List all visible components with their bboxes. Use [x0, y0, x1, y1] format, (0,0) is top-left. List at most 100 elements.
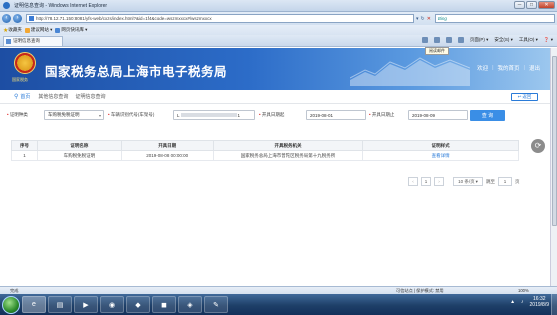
query-button[interactable]: 查 询	[470, 110, 505, 121]
issue-date: 2019-08-08 00:00:00	[120, 150, 214, 161]
back-nav-button[interactable]: ‹	[2, 14, 11, 23]
vin-value-prefix: L	[177, 112, 180, 118]
return-arrow-icon: ↩	[517, 94, 522, 99]
breadcrumb: ⚲ 首页 其他信息查询 证明信息查询	[0, 90, 550, 104]
refresh-icon[interactable]: ↻	[421, 16, 425, 22]
cert-type-select[interactable]: 车购税免税证明 ▾	[44, 110, 104, 120]
tools-menu[interactable]: 工具(O) ▾	[519, 37, 538, 43]
search-input[interactable]: Bing	[434, 14, 555, 23]
mail-icon[interactable]	[445, 37, 452, 43]
column-header: 序号	[11, 140, 38, 151]
help-menu[interactable]: ❓ ▾	[544, 37, 553, 43]
page-number[interactable]: 1	[421, 177, 431, 186]
app-taskbar-icon[interactable]: ◆	[126, 296, 150, 313]
prev-page-button[interactable]: ‹	[408, 177, 418, 186]
address-text: http://78.12.71.150:8081/yfs-web/cxzs/in…	[36, 16, 212, 21]
clock[interactable]: 16:32 2019/8/9	[530, 296, 549, 308]
ie-taskbar-icon[interactable]: e	[22, 296, 46, 313]
refresh-icon[interactable]: ⟳	[531, 139, 545, 153]
page-menu[interactable]: 页面(P) ▾	[470, 37, 489, 43]
breadcrumb-home[interactable]: 首页	[20, 93, 30, 100]
start-date-label: • 开具日期起	[259, 112, 285, 117]
goto-page-input[interactable]: 1	[498, 177, 512, 186]
address-tools: ▾ ↻ ✕	[416, 16, 431, 22]
favorite-site-icon	[24, 27, 30, 33]
great-wall-decoration	[350, 57, 470, 86]
stop-icon[interactable]: ✕	[427, 16, 431, 22]
favorites-label[interactable]: 收藏夹	[8, 27, 22, 33]
column-header: 证明名称	[36, 140, 122, 151]
security-zone[interactable]: 可信站点 | 保护模式: 禁用	[396, 288, 444, 294]
filter-form: • 证明种类 车购税免税证明 ▾ • 车辆识别代号(车架号) L 1 • 开具日…	[0, 107, 550, 123]
start-button[interactable]	[2, 295, 20, 314]
user-bar: 欢迎 | 我的首页 | 退出	[477, 64, 540, 72]
network-icon[interactable]: ▲	[510, 299, 515, 305]
status-bar: 完成 可信站点 | 保护模式: 禁用 100%	[0, 286, 557, 294]
column-header: 开具税务机关	[212, 140, 364, 151]
site-title: 国家税务总局上海市电子税务局	[45, 65, 228, 79]
app-taskbar-icon[interactable]: ◼	[152, 296, 176, 313]
vertical-scrollbar[interactable]	[550, 48, 557, 286]
end-date-input[interactable]: 2019-08-09	[408, 110, 468, 120]
ie-icon	[3, 2, 10, 9]
feeds-icon[interactable]	[433, 37, 440, 43]
row-index: 1	[11, 150, 38, 161]
home-icon[interactable]	[421, 37, 428, 43]
my-home-link[interactable]: 我的首页	[498, 64, 520, 72]
start-date-input[interactable]: 2019-08-01	[306, 110, 366, 120]
goto-suffix: 页	[515, 178, 520, 184]
goto-label: 跳至	[486, 178, 495, 184]
separator: |	[523, 65, 525, 71]
close-button[interactable]: ✕	[538, 1, 555, 9]
page-size-select[interactable]: 10 条/页 ▾	[453, 177, 483, 186]
pagination: ‹ 1 › 10 条/页 ▾ 跳至 1 页	[408, 177, 520, 186]
explorer-taskbar-icon[interactable]: ▤	[48, 296, 72, 313]
forward-nav-button[interactable]: ›	[13, 14, 22, 23]
back-button[interactable]: ↩ 返回	[511, 93, 538, 101]
safety-menu[interactable]: 安全(S) ▾	[494, 37, 513, 43]
tax-authority: 国家税务总局上海市普陀区税务局第十九税务所	[212, 150, 364, 161]
location-pin-icon: ⚲	[14, 94, 19, 100]
page-content: 国家税务 国家税务总局上海市电子税务局 欢迎 | 我的首页 | 退出 ⚲ 首页 …	[0, 48, 550, 286]
maximize-button[interactable]: □	[526, 1, 537, 9]
app-taskbar-icon[interactable]: ✎	[204, 296, 228, 313]
window-title: 证明信息查询 - Windows Internet Explorer	[14, 3, 108, 9]
zoom-level[interactable]: 100%	[518, 288, 529, 293]
minimize-button[interactable]: ─	[514, 1, 525, 9]
chrome-taskbar-icon[interactable]: ◉	[100, 296, 124, 313]
emblem-caption: 国家税务	[12, 77, 28, 82]
logout-link[interactable]: 退出	[529, 64, 540, 72]
view-details-link[interactable]: 查看详情	[362, 150, 519, 161]
favorite-item[interactable]: 网页快讯库 ▾	[55, 27, 87, 33]
system-tray: ▲ ♪ 16:32 2019/8/9	[510, 296, 549, 308]
column-header: 开具日期	[120, 140, 214, 151]
tab-row: 证明信息查询 页面(P) ▾ 安全(S) ▾ 工具(O) ▾ ❓ ▾	[0, 35, 557, 47]
tooltip: 阅读邮件	[425, 47, 449, 55]
dropdown-icon[interactable]: ▾	[416, 16, 419, 22]
chevron-down-icon: ▾	[475, 178, 478, 184]
print-icon[interactable]	[457, 37, 464, 43]
cert-type-value: 车购税免税证明	[48, 112, 80, 117]
browser-tab[interactable]: 证明信息查询	[3, 35, 63, 46]
tax-emblem-icon	[14, 52, 36, 74]
page-size-value: 10 条/页	[458, 178, 475, 184]
breadcrumb-item: 证明信息查询	[75, 94, 106, 100]
show-desktop-button[interactable]	[551, 294, 557, 315]
scrollbar-thumb[interactable]	[552, 56, 557, 226]
app-taskbar-icon[interactable]: ◈	[178, 296, 202, 313]
next-page-button[interactable]: ›	[434, 177, 444, 186]
masked-text	[180, 113, 237, 117]
media-player-taskbar-icon[interactable]: ▶	[74, 296, 98, 313]
table-header-row: 序号 证明名称 开具日期 开具税务机关 证明样式	[11, 140, 519, 151]
breadcrumb-item[interactable]: 其他信息查询	[38, 93, 68, 100]
favorites-bar: ★ 收藏夹 建议网站 ▾ 网页快讯库 ▾	[0, 25, 557, 35]
address-bar[interactable]: http://78.12.71.150:8081/yfs-web/cxzs/in…	[26, 14, 414, 23]
favorite-item[interactable]: 建议网站 ▾	[24, 27, 52, 33]
back-button-label: 返回	[522, 94, 532, 99]
volume-icon[interactable]: ♪	[521, 299, 524, 305]
separator: |	[492, 65, 494, 71]
vin-input[interactable]: L 1	[173, 110, 255, 120]
chevron-down-icon: ▾	[98, 112, 101, 118]
start-date-value: 2019-08-01	[310, 112, 334, 118]
cert-name: 车购税免税证明	[36, 150, 122, 161]
